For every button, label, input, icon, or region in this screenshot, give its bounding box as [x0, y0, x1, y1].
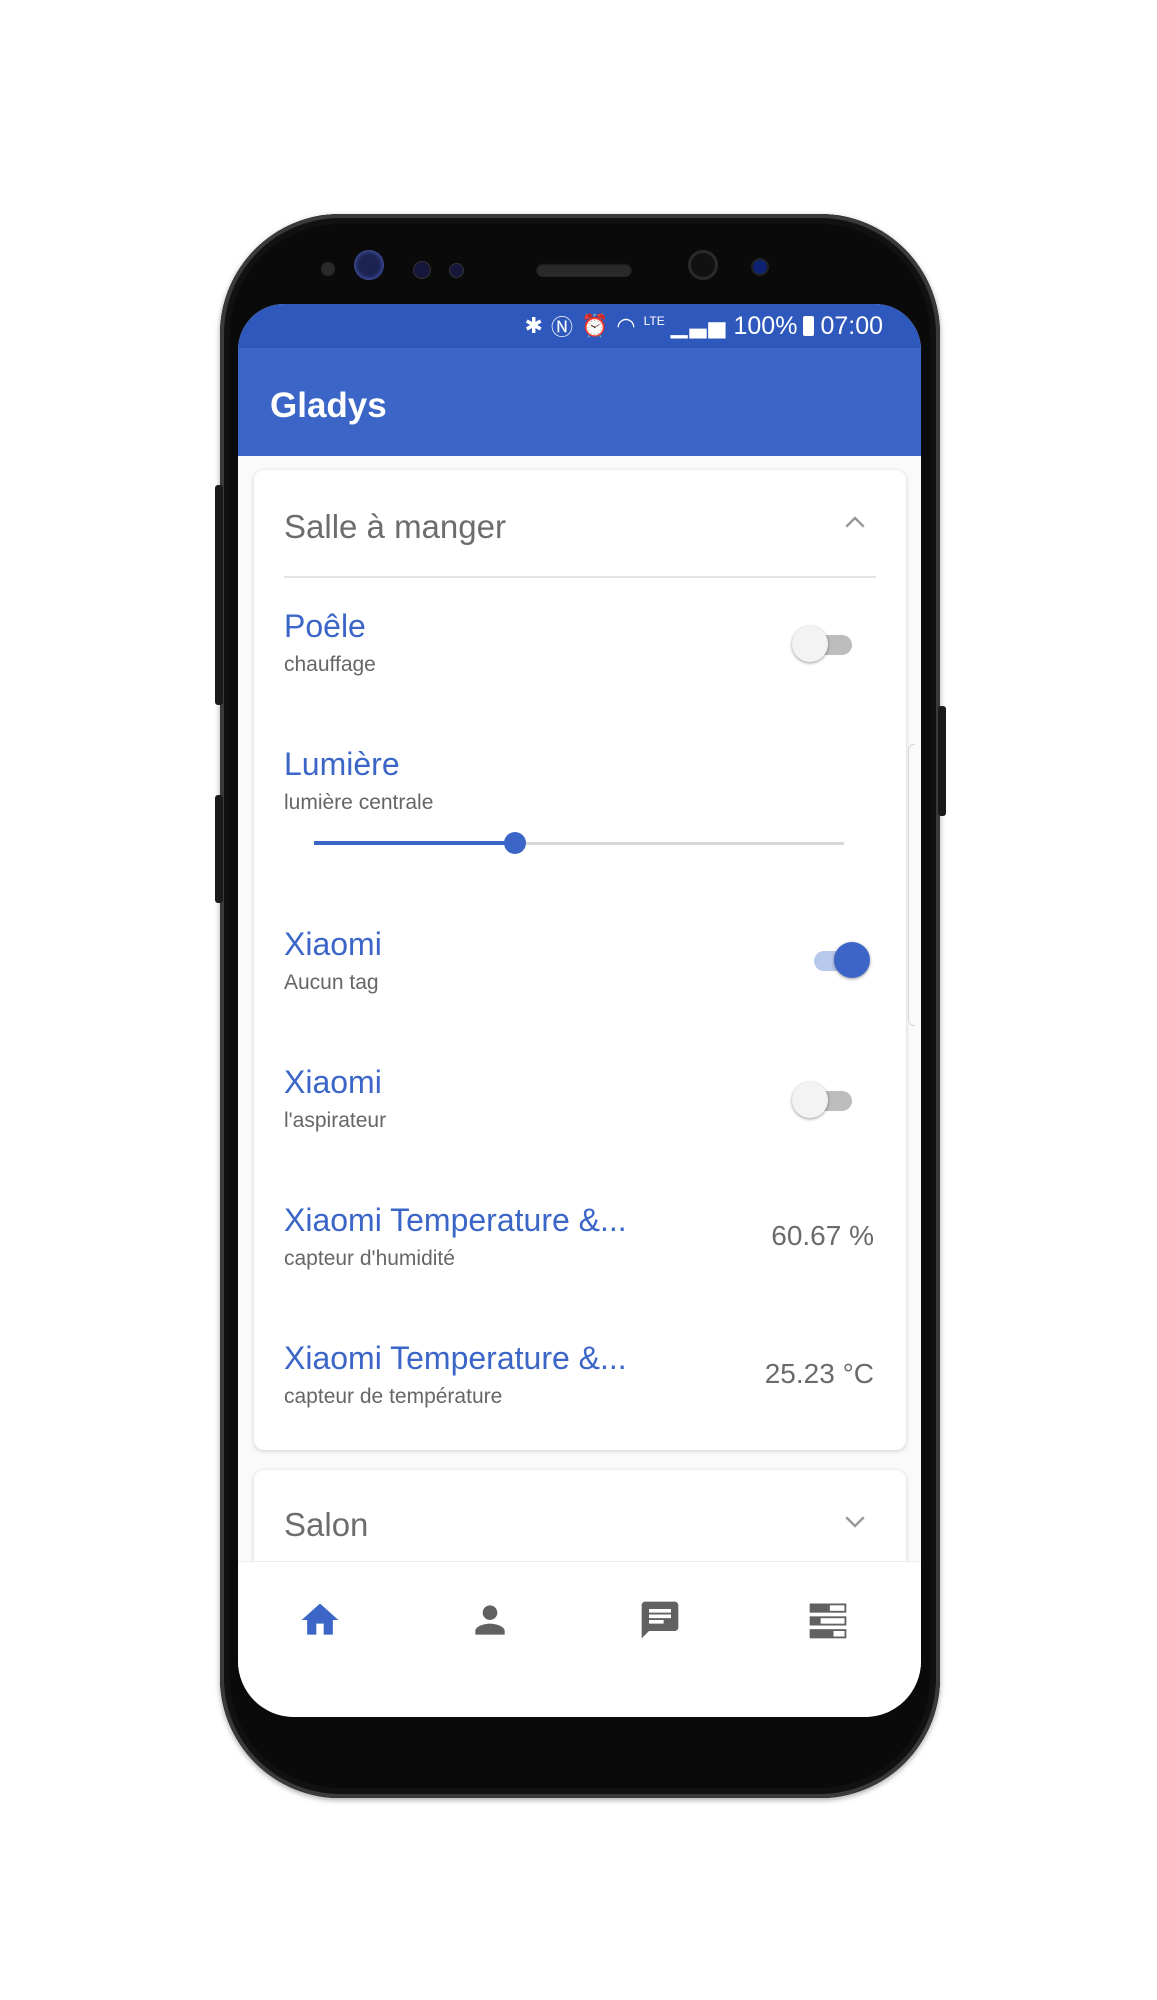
toggle-thumb	[834, 942, 870, 978]
bluetooth-icon: ✱	[524, 313, 545, 338]
device-row: Xiaomi Temperature &... capteur d'humidi…	[254, 1172, 906, 1310]
device-tag: capteur d'humidité	[284, 1247, 455, 1270]
room-name: Salle à manger	[284, 508, 506, 545]
sensor-dot	[321, 262, 335, 276]
chevron-down-icon[interactable]	[840, 1506, 870, 1536]
iris-scanner	[354, 250, 384, 280]
lte-icon: LTE	[643, 314, 665, 328]
device-row: Xiaomi Temperature &... capteur de tempé…	[254, 1310, 906, 1448]
device-name: Xiaomi	[284, 926, 382, 962]
dashboard-icon	[809, 1603, 847, 1639]
iris-led	[751, 258, 769, 276]
device-name: Poêle	[284, 608, 366, 644]
scrollbar[interactable]	[908, 744, 915, 1026]
device-toggle[interactable]	[792, 624, 858, 664]
app-title: Gladys	[270, 386, 387, 425]
bixby-button	[215, 795, 223, 903]
device-tag: capteur de température	[284, 1385, 503, 1408]
rooms-list[interactable]: Salle à manger Poêle chauffage Lumière l…	[238, 456, 921, 1636]
status-bar: ✱ Ⓝ ⏰ ◠ LTE ▁▃▅ 100% 07:00	[238, 304, 921, 348]
power-button	[938, 706, 946, 816]
nav-home[interactable]	[290, 1590, 350, 1650]
wifi-icon: ◠	[616, 313, 638, 338]
front-camera	[688, 250, 718, 280]
toggle-thumb	[792, 626, 828, 662]
slider-knob[interactable]	[504, 832, 527, 854]
room-name: Salon	[284, 1506, 369, 1543]
slider-fill	[314, 841, 516, 845]
device-name: Lumière	[284, 746, 400, 782]
chevron-up-icon[interactable]	[840, 508, 870, 538]
battery-icon	[803, 316, 815, 336]
room-card: Salle à manger Poêle chauffage Lumière l…	[254, 470, 906, 1450]
device-tag: chauffage	[284, 653, 376, 676]
nav-chat[interactable]	[630, 1590, 690, 1650]
sensor-dot	[449, 263, 464, 278]
nfc-icon: Ⓝ	[550, 315, 575, 340]
home-icon	[301, 1603, 339, 1635]
device-toggle[interactable]	[804, 940, 870, 980]
device-row: Lumière lumière centrale	[254, 716, 906, 896]
screen: ✱ Ⓝ ⏰ ◠ LTE ▁▃▅ 100% 07:00 Gladys Salle …	[238, 304, 921, 1717]
room-header[interactable]: Salle à manger	[254, 470, 906, 577]
device-row: Xiaomi Aucun tag	[254, 896, 906, 1034]
toggle-thumb	[792, 1082, 828, 1118]
volume-button	[215, 485, 223, 705]
person-icon	[475, 1605, 505, 1635]
sensor-value: 25.23 °C	[764, 1358, 874, 1389]
device-name: Xiaomi	[284, 1064, 382, 1100]
device-row: Xiaomi l'aspirateur	[254, 1034, 906, 1172]
clock: 07:00	[820, 311, 883, 340]
device-tag: l'aspirateur	[284, 1109, 387, 1132]
device-name: Xiaomi Temperature &...	[284, 1202, 627, 1238]
battery-percent: 100%	[733, 311, 798, 340]
earpiece-speaker	[536, 263, 632, 277]
sensor-dot	[413, 261, 431, 279]
device-tag: Aucun tag	[284, 971, 379, 994]
bottom-navigation	[238, 1561, 921, 1717]
nav-profile[interactable]	[460, 1590, 520, 1650]
chat-icon	[641, 1601, 679, 1639]
device-name: Xiaomi Temperature &...	[284, 1340, 627, 1376]
brightness-slider[interactable]	[314, 828, 844, 858]
app-bar: Gladys	[238, 348, 921, 456]
nav-dashboard[interactable]	[798, 1590, 858, 1650]
device-toggle[interactable]	[792, 1080, 858, 1120]
device-row: Poêle chauffage	[254, 578, 906, 716]
device-tag: lumière centrale	[284, 791, 434, 814]
alarm-icon: ⏰	[580, 313, 611, 338]
signal-icon: ▁▃▅	[670, 313, 728, 338]
sensor-value: 60.67 %	[771, 1220, 874, 1251]
